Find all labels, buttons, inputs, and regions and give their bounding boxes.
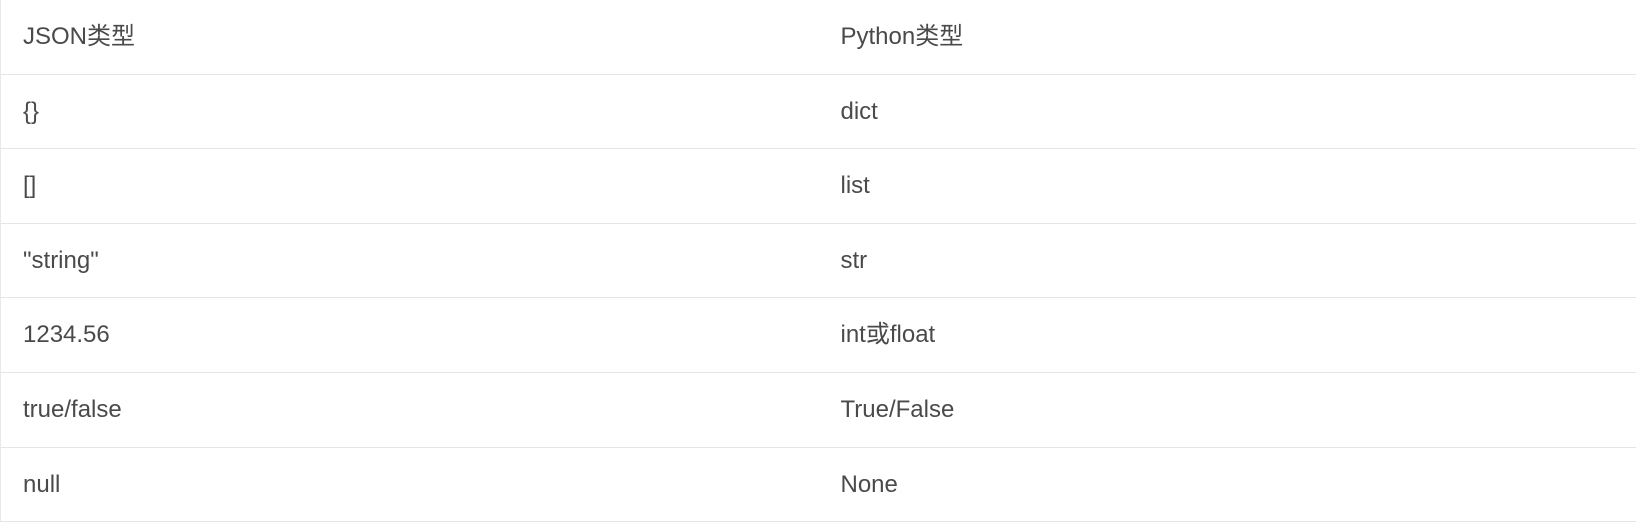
cell-python-value: dict [819,74,1636,149]
cell-python-value: None [819,447,1636,522]
table-row: {} dict [1,74,1636,149]
cell-python-value: int或float [819,298,1636,373]
cell-python-value: list [819,149,1636,224]
cell-json-value: 1234.56 [1,298,819,373]
table-row: [] list [1,149,1636,224]
header-python-type: Python类型 [819,0,1636,74]
table-header-row: JSON类型 Python类型 [1,0,1636,74]
table-row: "string" str [1,223,1636,298]
cell-json-value: null [1,447,819,522]
table-row: true/false True/False [1,372,1636,447]
type-mapping-table: JSON类型 Python类型 {} dict [] list "string"… [0,0,1636,522]
cell-json-value: true/false [1,372,819,447]
cell-json-value: [] [1,149,819,224]
table-row: null None [1,447,1636,522]
header-json-type: JSON类型 [1,0,819,74]
table: JSON类型 Python类型 {} dict [] list "string"… [1,0,1636,522]
cell-json-value: {} [1,74,819,149]
cell-json-value: "string" [1,223,819,298]
table-row: 1234.56 int或float [1,298,1636,373]
cell-python-value: True/False [819,372,1636,447]
cell-python-value: str [819,223,1636,298]
